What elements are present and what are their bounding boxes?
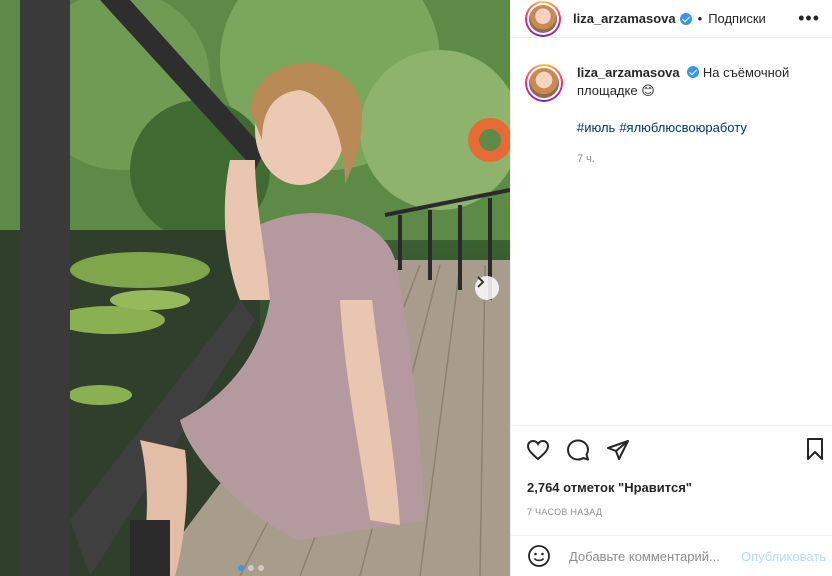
carousel-dot-3 (258, 565, 264, 571)
following-button[interactable]: Подписки (708, 11, 766, 26)
comment-input[interactable] (567, 547, 741, 565)
heart-icon (526, 439, 550, 461)
caption-emoji: 😊 (641, 83, 655, 98)
bookmark-icon (807, 438, 823, 460)
post-side-panel: liza_arzamasova • Подписки ••• liza_arza… (510, 0, 832, 576)
caption-avatar-border (527, 66, 561, 100)
username-link[interactable]: liza_arzamasova (573, 11, 676, 26)
header-separator: • (697, 11, 703, 26)
post-header: liza_arzamasova • Подписки ••• (511, 0, 832, 38)
verified-icon (679, 12, 692, 25)
avatar-border (527, 2, 559, 35)
avatar[interactable] (525, 0, 561, 37)
instagram-post: liza_arzamasova • Подписки ••• liza_arza… (0, 0, 832, 576)
like-button[interactable] (525, 437, 551, 463)
emoji-icon[interactable] (527, 544, 551, 568)
comment-icon (567, 439, 589, 461)
caption-username-link[interactable]: liza_arzamasova (577, 65, 680, 80)
share-icon (607, 440, 629, 460)
caption-avatar[interactable] (525, 64, 563, 102)
carousel-dot-1 (238, 565, 244, 571)
publish-button[interactable]: Опубликовать (741, 549, 826, 564)
next-photo-button[interactable] (475, 276, 499, 300)
photo-illustration (0, 0, 510, 576)
caption-hashtags: #июль #ялюблюсвоюработу (577, 119, 817, 137)
post-photo[interactable] (0, 0, 510, 576)
more-icon[interactable]: ••• (798, 8, 820, 29)
actions-section: 2,764 отметок "Нравится" 7 ЧАСОВ НАЗАД (511, 425, 832, 517)
carousel-indicator (238, 565, 264, 571)
posted-time[interactable]: 7 ЧАСОВ НАЗАД (511, 507, 832, 517)
likes-count[interactable]: 2,764 отметок "Нравится" (511, 480, 832, 495)
add-comment-bar: Опубликовать (511, 535, 832, 576)
verified-icon (687, 66, 700, 78)
hashtag-link[interactable]: #ялюблюсвоюработу (619, 120, 747, 135)
chevron-right-icon (477, 276, 485, 288)
hashtag-link[interactable]: #июль (577, 120, 615, 135)
carousel-dot-2 (248, 565, 254, 571)
comment-button[interactable] (565, 437, 591, 463)
caption-comment: liza_arzamasova На съёмочной площадке 😊 … (511, 38, 832, 168)
save-button[interactable] (803, 437, 829, 463)
avatar-image (529, 4, 557, 33)
caption-body: liza_arzamasova На съёмочной площадке 😊 … (577, 64, 817, 168)
caption-time: 7 ч. (577, 153, 595, 165)
caption-avatar-image (529, 68, 559, 98)
share-button[interactable] (605, 437, 631, 463)
action-buttons (511, 426, 832, 474)
